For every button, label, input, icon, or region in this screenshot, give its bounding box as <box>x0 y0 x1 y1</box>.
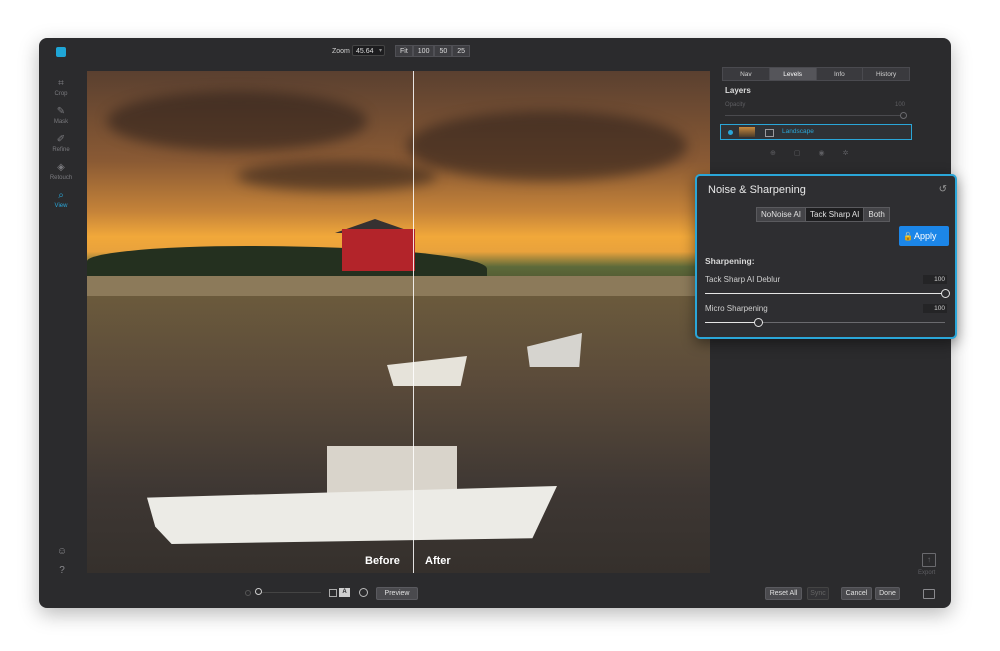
zoom-fit-button[interactable]: Fit <box>395 45 413 57</box>
crop-icon: ⌗ <box>58 78 64 89</box>
layer-thumbnail <box>739 127 755 137</box>
micro-sharpening-slider-knob[interactable] <box>753 318 763 327</box>
preview-button[interactable]: Preview <box>376 587 418 600</box>
reset-all-button[interactable]: Reset All <box>765 587 802 600</box>
user-icon[interactable]: ☺ <box>56 546 68 558</box>
bottom-bar: A Preview Reset All Sync Cancel Done <box>39 584 951 604</box>
photo-cloud <box>237 161 437 191</box>
zoom-100-button[interactable]: 100 <box>412 45 435 57</box>
apply-button[interactable]: 🔓 Apply <box>899 226 949 246</box>
tool-retouch[interactable]: ◈ Retouch <box>47 162 75 182</box>
sharpening-heading: Sharpening: <box>705 256 755 266</box>
sync-button[interactable]: Sync <box>807 587 829 600</box>
cancel-button[interactable]: Cancel <box>841 587 872 600</box>
tool-label: Retouch <box>49 175 73 181</box>
deblur-label: Tack Sharp AI Deblur <box>705 275 781 284</box>
add-layer-icon[interactable]: ⊕ <box>770 149 776 157</box>
panel-title: Noise & Sharpening <box>708 184 806 196</box>
zoom-label: Zoom <box>332 48 350 55</box>
panel-toggle-icon[interactable] <box>923 589 935 599</box>
deblur-slider-knob[interactable] <box>941 289 950 298</box>
tool-label: Refine <box>52 147 70 153</box>
reset-icon[interactable]: ↺ <box>939 184 947 195</box>
mode-selector: NoNoise AI Tack Sharp AI Both <box>756 207 890 222</box>
deblur-slider[interactable] <box>705 289 950 298</box>
duplicate-layer-icon[interactable]: ▢ <box>794 149 801 157</box>
help-icon[interactable]: ? <box>56 565 68 577</box>
opacity-slider[interactable] <box>725 115 905 116</box>
layer-mask-icon[interactable] <box>765 129 774 137</box>
layer-visibility-dot[interactable] <box>728 130 733 135</box>
micro-sharpening-label: Micro Sharpening <box>705 304 768 313</box>
photo-cloud <box>407 111 687 181</box>
zoom-preset-group: Fit 100 50 25 <box>395 45 471 57</box>
tool-label: View <box>54 203 68 209</box>
app-logo <box>56 47 66 57</box>
micro-sharpening-slider[interactable] <box>705 318 945 327</box>
layer-tools: ⊕ ▢ ◉ ✲ <box>770 149 848 157</box>
unlock-icon: 🔓 <box>903 232 913 241</box>
micro-sharpening-slider-fill <box>705 322 758 323</box>
tool-label: Crop <box>54 91 68 97</box>
deblur-slider-fill <box>705 293 945 294</box>
refine-icon: ✐ <box>56 134 66 145</box>
mode-tacksharp-button[interactable]: Tack Sharp AI <box>806 208 865 221</box>
compare-view-icon[interactable]: A <box>339 588 350 597</box>
tool-label: Mask <box>53 119 69 125</box>
chevron-down-icon: ▾ <box>378 48 382 54</box>
mask-layer-icon[interactable]: ◉ <box>819 149 825 157</box>
zoom-slider[interactable] <box>261 592 321 593</box>
apply-label: Apply <box>914 231 937 241</box>
opacity-slider-knob[interactable] <box>900 112 907 119</box>
layers-panel: Nav Levels Info History Layers Opacity 1… <box>720 65 912 185</box>
tab-nav[interactable]: Nav <box>723 68 770 80</box>
tool-refine[interactable]: ✐ Refine <box>47 134 75 154</box>
micro-sharpening-value[interactable]: 100 <box>923 304 947 313</box>
zoom-value: 45.64 <box>356 48 374 55</box>
noise-sharpening-panel: Noise & Sharpening ↺ NoNoise AI Tack Sha… <box>695 174 957 339</box>
photo-red-house <box>342 229 415 271</box>
deblur-value[interactable]: 100 <box>923 275 947 284</box>
photo-canvas[interactable]: Before After <box>87 71 710 573</box>
view-icon: ⌕ <box>58 190 64 201</box>
tool-mask[interactable]: ✎ Mask <box>47 106 75 126</box>
before-after-divider[interactable] <box>413 71 414 573</box>
after-label: After <box>425 555 451 567</box>
mode-nonoise-button[interactable]: NoNoise AI <box>757 208 807 221</box>
layer-settings-icon[interactable]: ✲ <box>843 149 849 157</box>
opacity-label: Opacity <box>725 102 746 108</box>
panel-tabs: Nav Levels Info History <box>722 67 910 81</box>
layer-name: Landscape <box>782 128 814 135</box>
photo-cloud <box>107 91 367 151</box>
zoom-select[interactable]: 45.64 ▾ <box>352 45 385 56</box>
tab-history[interactable]: History <box>863 68 909 80</box>
export-icon[interactable]: ↑ <box>922 553 936 567</box>
zoom-slider-knob[interactable] <box>255 588 262 595</box>
zoom-25-button[interactable]: 25 <box>452 45 471 57</box>
retouch-icon: ◈ <box>57 162 65 173</box>
mask-view-icon[interactable] <box>359 588 368 597</box>
export-label: Export <box>918 570 936 576</box>
tab-info[interactable]: Info <box>817 68 864 80</box>
tab-levels[interactable]: Levels <box>769 68 817 80</box>
mask-icon: ✎ <box>56 106 66 117</box>
layer-row[interactable]: Landscape <box>720 124 912 140</box>
single-view-icon[interactable] <box>329 589 337 597</box>
opacity-value: 100 <box>895 102 906 108</box>
photo-shore <box>87 276 710 296</box>
tool-view[interactable]: ⌕ View <box>47 190 75 210</box>
photo-main-boat <box>147 446 557 546</box>
before-label: Before <box>365 555 400 567</box>
tool-crop[interactable]: ⌗ Crop <box>47 78 75 98</box>
done-button[interactable]: Done <box>875 587 900 600</box>
layers-title: Layers <box>725 86 751 95</box>
zoom-out-icon[interactable] <box>245 590 251 596</box>
zoom-50-button[interactable]: 50 <box>434 45 453 57</box>
photo-boat-hull <box>147 486 557 544</box>
mode-both-button[interactable]: Both <box>864 208 889 221</box>
